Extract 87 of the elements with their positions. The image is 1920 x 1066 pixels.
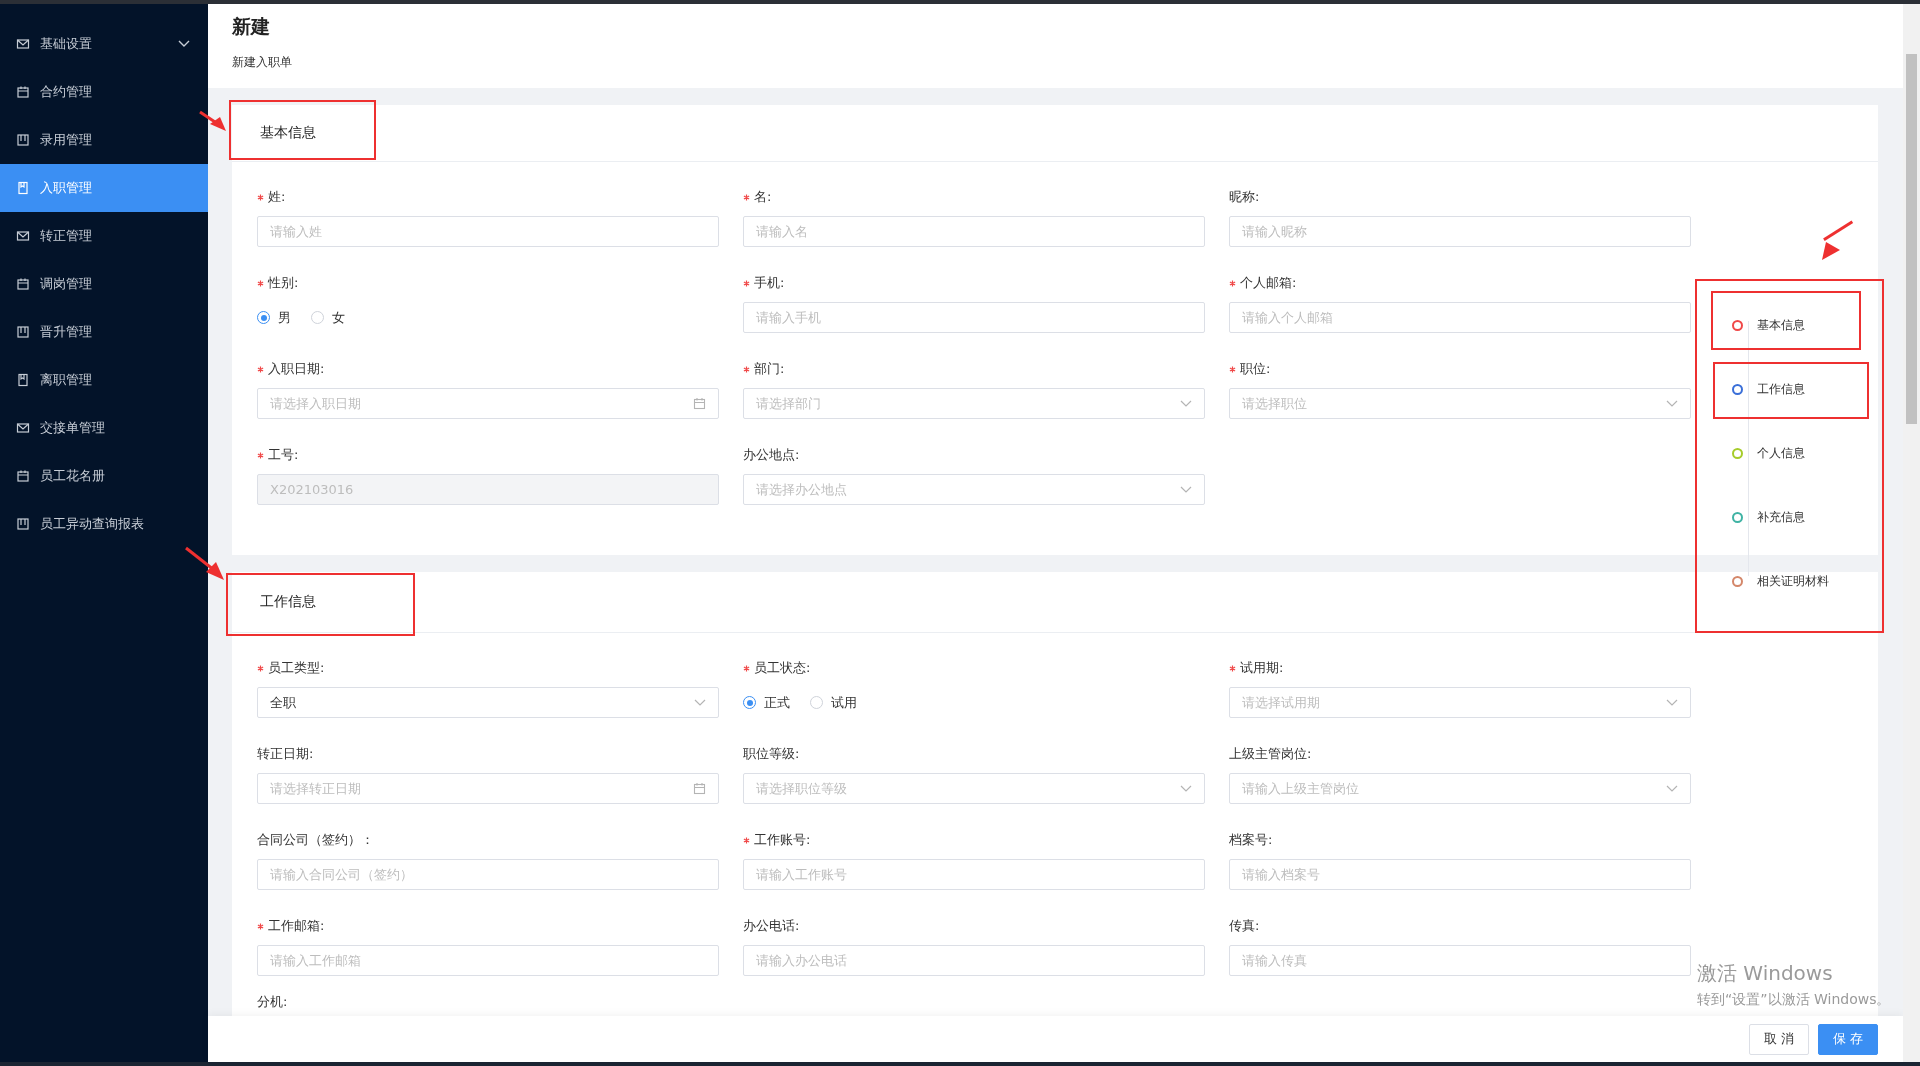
date-field[interactable]: 请选择入职日期 bbox=[257, 388, 719, 419]
mail-icon bbox=[16, 37, 30, 51]
field-label: 姓: bbox=[268, 188, 286, 206]
chevron-down-icon bbox=[694, 698, 706, 707]
field-label: 分机: bbox=[257, 993, 288, 1011]
field-label: 昵称: bbox=[1229, 188, 1260, 206]
chevron-down-icon bbox=[1180, 485, 1192, 494]
field-label: 工作账号: bbox=[754, 831, 811, 849]
input-field[interactable]: 请输入手机 bbox=[743, 302, 1205, 333]
calendar-icon bbox=[693, 782, 706, 795]
field-label: 部门: bbox=[754, 360, 785, 378]
input-field[interactable]: 请输入名 bbox=[743, 216, 1205, 247]
calendar-icon bbox=[16, 85, 30, 99]
annotation-arrow bbox=[185, 546, 224, 580]
sidebar-item[interactable]: 录用管理 bbox=[0, 116, 208, 164]
select-field[interactable]: 请选择试用期 bbox=[1229, 687, 1691, 718]
field-label: 手机: bbox=[754, 274, 785, 292]
page-title: 新建 bbox=[232, 14, 271, 39]
field-label: 职位等级: bbox=[743, 745, 800, 763]
radio-option[interactable]: 女 bbox=[311, 308, 345, 327]
anchor-link[interactable]: 工作信息 bbox=[1728, 373, 1809, 405]
field-label: 名: bbox=[754, 188, 772, 206]
input-field[interactable]: 请输入工作邮箱 bbox=[257, 945, 719, 976]
cancel-button[interactable]: 取 消 bbox=[1748, 1023, 1809, 1055]
sidebar-item[interactable]: 基础设置 bbox=[0, 20, 208, 68]
select-field[interactable]: 请选择职位 bbox=[1229, 388, 1691, 419]
input-field[interactable]: 请输入姓 bbox=[257, 216, 719, 247]
annotation-arrow bbox=[199, 110, 226, 131]
sidebar-item[interactable]: 入职管理 bbox=[0, 164, 208, 212]
field-label: 合同公司（签约）： bbox=[257, 831, 374, 849]
select-field[interactable]: 全职 bbox=[257, 687, 719, 718]
chevron-down-icon bbox=[1180, 399, 1192, 408]
radio-option[interactable]: 男 bbox=[257, 308, 291, 327]
sidebar-item[interactable]: 员工异动查询报表 bbox=[0, 500, 208, 548]
chevron-down-icon bbox=[1180, 784, 1192, 793]
field-label: 入职日期: bbox=[268, 360, 325, 378]
chevron-down-icon bbox=[1666, 784, 1678, 793]
chevron-down-icon bbox=[1666, 399, 1678, 408]
sidebar-item[interactable]: 调岗管理 bbox=[0, 260, 208, 308]
chevron-down-icon bbox=[1666, 698, 1678, 707]
field-label: 试用期: bbox=[1240, 659, 1284, 677]
radio-option[interactable]: 试用 bbox=[810, 693, 857, 712]
select-field[interactable]: 请选择办公地点 bbox=[743, 474, 1205, 505]
date-field[interactable]: 请选择转正日期 bbox=[257, 773, 719, 804]
section-title: 工作信息 bbox=[260, 593, 316, 611]
input-field[interactable]: 请输入合同公司（签约） bbox=[257, 859, 719, 890]
field-label: 员工类型: bbox=[268, 659, 325, 677]
sidebar-item[interactable]: 离职管理 bbox=[0, 356, 208, 404]
anchor-link[interactable]: 个人信息 bbox=[1728, 437, 1809, 469]
field-label: 办公地点: bbox=[743, 446, 800, 464]
field-label: 办公电话: bbox=[743, 917, 800, 935]
anchor-link[interactable]: 基本信息 bbox=[1728, 309, 1809, 341]
sidebar-item[interactable]: 晋升管理 bbox=[0, 308, 208, 356]
input-field[interactable]: 请输入昵称 bbox=[1229, 216, 1691, 247]
anchor-link[interactable]: 补充信息 bbox=[1728, 501, 1809, 533]
calendar-icon bbox=[693, 397, 706, 410]
save-button[interactable]: 保 存 bbox=[1817, 1023, 1878, 1055]
field-label: 传真: bbox=[1229, 917, 1260, 935]
scrollbar[interactable] bbox=[1903, 4, 1920, 1062]
annotation-arrow bbox=[1822, 220, 1854, 260]
section-title: 基本信息 bbox=[260, 124, 316, 142]
input-field[interactable]: 请输入档案号 bbox=[1229, 859, 1691, 890]
board-icon bbox=[16, 133, 30, 147]
field-label: 工作邮箱: bbox=[268, 917, 325, 935]
field-label: 上级主管岗位: bbox=[1229, 745, 1312, 763]
field-label: 转正日期: bbox=[257, 745, 314, 763]
field-label: 职位: bbox=[1240, 360, 1271, 378]
field-label: 档案号: bbox=[1229, 831, 1273, 849]
select-field[interactable]: 请选择职位等级 bbox=[743, 773, 1205, 804]
anchor-link[interactable]: 相关证明材料 bbox=[1728, 565, 1833, 597]
sidebar-item[interactable]: 员工花名册 bbox=[0, 452, 208, 500]
input-field[interactable]: 请输入办公电话 bbox=[743, 945, 1205, 976]
field-label: 员工状态: bbox=[754, 659, 811, 677]
sidebar-item[interactable]: 转正管理 bbox=[0, 212, 208, 260]
sidebar-item[interactable]: 交接单管理 bbox=[0, 404, 208, 452]
input-field[interactable]: 请输入个人邮箱 bbox=[1229, 302, 1691, 333]
radio-option[interactable]: 正式 bbox=[743, 693, 790, 712]
select-field[interactable]: 请输入上级主管岗位 bbox=[1229, 773, 1691, 804]
doc-icon bbox=[16, 181, 30, 195]
sidebar-item[interactable]: 合约管理 bbox=[0, 68, 208, 116]
input-field[interactable]: 请输入工作账号 bbox=[743, 859, 1205, 890]
activation-notice: 激活 Windows 转到“设置”以激活 Windows。 bbox=[1697, 960, 1891, 1009]
field-label: 性别: bbox=[268, 274, 299, 292]
field-label: 工号: bbox=[268, 446, 299, 464]
page-subtitle: 新建入职单 bbox=[232, 54, 293, 71]
input-field[interactable]: 请输入传真 bbox=[1229, 945, 1691, 976]
field-label: 个人邮箱: bbox=[1240, 274, 1297, 292]
